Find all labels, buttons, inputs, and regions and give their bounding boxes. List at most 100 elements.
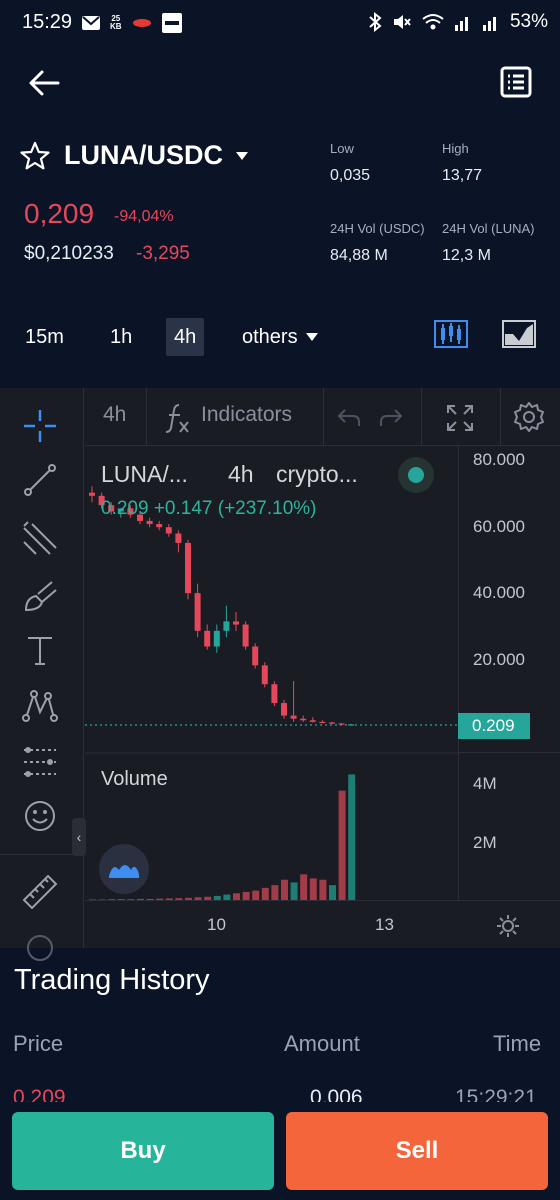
candle-body <box>146 520 153 525</box>
chart-settings-gear-icon[interactable] <box>513 401 545 433</box>
legend-interval: 4h <box>228 461 254 487</box>
redo-icon[interactable] <box>379 406 403 428</box>
candle-group <box>89 486 355 726</box>
price-change-percent: -94,04% <box>114 208 174 225</box>
low-label: Low <box>330 141 354 156</box>
price-axis[interactable]: 80.000 60.000 40.000 20.000 4M 2M <box>458 446 560 900</box>
back-arrow-icon[interactable] <box>26 66 62 100</box>
trading-chart[interactable]: ‹ 4h Indicators LUNA/... 4h crypto... 0.… <box>0 388 560 961</box>
depth-chart-icon[interactable] <box>502 320 536 348</box>
candlestick-chart-icon[interactable] <box>434 320 468 348</box>
candle-body <box>338 723 345 725</box>
volume-bar <box>252 890 260 900</box>
text-tool-icon[interactable] <box>20 630 60 670</box>
candle-body <box>223 621 230 631</box>
candle-body <box>175 533 182 543</box>
separator <box>323 388 324 446</box>
star-icon[interactable] <box>20 141 50 171</box>
fib-tool-icon[interactable] <box>20 518 60 558</box>
mail-icon <box>82 16 100 30</box>
candle-body <box>194 593 201 631</box>
others-label: others <box>242 326 298 348</box>
pair-name[interactable]: LUNA/USDC <box>64 140 223 171</box>
candle-body <box>185 542 191 594</box>
time-axis-tick: 13 <box>375 915 394 934</box>
legend-source: crypto... <box>276 461 358 487</box>
volume-pane-label: Volume <box>101 768 168 790</box>
price-axis-tick: 80.000 <box>473 450 525 469</box>
price-axis-tick: 60.000 <box>473 517 525 536</box>
candle-body <box>271 684 278 704</box>
vol-usdc-value: 84,88 M <box>330 247 388 264</box>
separator <box>421 388 422 446</box>
magnet-icon[interactable] <box>20 928 60 968</box>
toolbar-divider <box>0 854 84 855</box>
candle-body <box>309 720 316 722</box>
indicators-button[interactable]: Indicators <box>201 403 292 427</box>
candle-body <box>290 715 297 719</box>
volume-bar <box>281 879 288 900</box>
caret-down-icon[interactable] <box>235 151 249 161</box>
last-price-tag: 0.209 <box>458 713 530 739</box>
trading-history-title: Trading History <box>14 964 210 996</box>
wifi-icon <box>422 14 444 30</box>
volume-bar <box>242 891 250 900</box>
buy-button[interactable]: Buy <box>12 1112 274 1190</box>
pair-selector[interactable]: LUNA/USDC <box>20 140 249 171</box>
collapse-toolbar-button[interactable]: ‹ <box>72 818 86 856</box>
volume-bar <box>329 885 336 900</box>
tradingview-logo-icon <box>109 865 139 878</box>
usd-price: $0,210233 <box>24 243 114 264</box>
time-axis-tick: 10 <box>207 915 226 934</box>
price-axis-tick: 40.000 <box>473 583 525 602</box>
candle-body <box>156 524 163 528</box>
signal-icon-2 <box>482 17 496 31</box>
data-rate-indicator: 25 KB <box>110 14 122 31</box>
volume-bar <box>271 885 279 900</box>
time-axis-divider <box>85 900 560 901</box>
sell-button[interactable]: Sell <box>286 1112 548 1190</box>
volume-bar <box>338 790 346 900</box>
undo-icon[interactable] <box>337 406 361 428</box>
timeframe-4h[interactable]: 4h <box>166 318 205 356</box>
crosshair-icon[interactable] <box>20 406 60 446</box>
time-axis-settings-icon[interactable] <box>496 914 520 938</box>
high-label: High <box>442 141 469 156</box>
chart-top-toolbar: 4h Indicators <box>85 388 560 446</box>
order-book-icon[interactable] <box>500 66 532 98</box>
tradingview-logo[interactable] <box>99 844 149 894</box>
signal-icon-1 <box>454 17 468 31</box>
candle-body <box>165 527 172 534</box>
timeframe-1h[interactable]: 1h <box>102 318 140 356</box>
candle-body <box>300 718 307 721</box>
chart-interval[interactable]: 4h <box>103 403 126 427</box>
mute-icon <box>393 15 411 29</box>
volume-bar <box>261 887 269 900</box>
pattern-tool-icon[interactable] <box>20 686 60 726</box>
status-right: 53% <box>368 11 548 33</box>
timeframe-15m[interactable]: 15m <box>17 318 72 356</box>
col-time-header: Time <box>493 1031 542 1056</box>
prediction-tool-icon[interactable] <box>20 742 60 782</box>
vol-luna-value: 12,3 M <box>442 247 491 264</box>
news-app-icon <box>161 13 182 33</box>
fullscreen-icon[interactable] <box>446 404 474 432</box>
legend-symbol[interactable]: LUNA/... <box>101 461 188 488</box>
emoji-icon[interactable] <box>20 796 60 836</box>
candle-body <box>242 624 249 647</box>
separator <box>500 388 501 446</box>
last-price: 0,209 <box>24 198 95 229</box>
brush-icon[interactable] <box>20 576 60 616</box>
ruler-icon[interactable] <box>20 872 60 912</box>
candle-body <box>213 630 220 647</box>
volume-bar <box>319 879 327 900</box>
volume-axis-tick: 2M <box>473 833 497 852</box>
col-amount-header: Amount <box>284 1031 360 1056</box>
indicators-icon[interactable] <box>165 402 191 434</box>
axis-divider <box>459 752 560 753</box>
battery-percent: 53% <box>509 11 548 32</box>
timeframe-others-dropdown[interactable]: others <box>242 318 318 356</box>
candle-body <box>89 492 95 496</box>
trend-line-icon[interactable] <box>20 460 60 500</box>
price-axis-tick: 20.000 <box>473 650 525 669</box>
